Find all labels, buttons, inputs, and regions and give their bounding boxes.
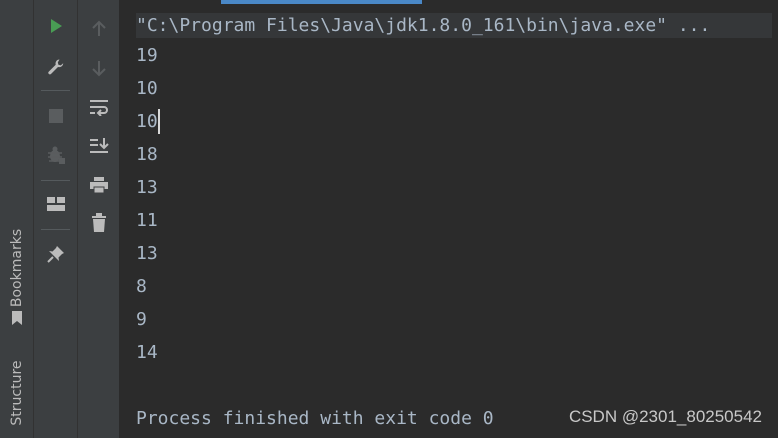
bookmarks-tab-label: Bookmarks xyxy=(9,228,25,308)
soft-wrap-button[interactable] xyxy=(87,95,111,119)
clear-all-button[interactable] xyxy=(87,211,111,235)
output-line: 11 xyxy=(136,210,158,231)
next-occurrence-button[interactable] xyxy=(87,56,111,80)
up-arrow-icon xyxy=(91,20,106,36)
output-line: 10 xyxy=(136,111,158,132)
structure-tab-label: Structure xyxy=(9,360,25,426)
edit-configuration-button[interactable] xyxy=(44,55,68,79)
previous-occurrence-button[interactable] xyxy=(87,17,111,41)
structure-tab[interactable]: Structure xyxy=(0,355,33,435)
run-icon xyxy=(50,19,62,33)
ide-run-window: Bookmarks Structure "C:\Program Files\Ja… xyxy=(0,0,778,438)
print-button[interactable] xyxy=(87,173,111,197)
scroll-to-end-button[interactable] xyxy=(87,134,111,158)
side-tool-strip: Bookmarks Structure xyxy=(0,0,34,438)
toolbar-separator xyxy=(41,180,70,181)
run-toolbar-primary xyxy=(34,0,78,438)
text-caret xyxy=(158,109,160,134)
output-line: 10 xyxy=(136,78,158,99)
output-line: 9 xyxy=(136,309,147,330)
run-toolbar-secondary xyxy=(78,0,120,438)
layout-icon xyxy=(46,197,65,211)
output-line: 18 xyxy=(136,144,158,165)
wrench-icon xyxy=(47,59,63,75)
tab-indicator xyxy=(221,0,422,4)
bookmark-icon xyxy=(12,311,22,325)
command-line: "C:\Program Files\Java\jdk1.8.0_161\bin\… xyxy=(136,13,772,38)
bookmarks-tab[interactable]: Bookmarks xyxy=(0,212,33,332)
process-exit-message: Process finished with exit code 0 xyxy=(136,408,494,429)
down-arrow-icon xyxy=(91,61,106,77)
stop-icon xyxy=(48,109,63,123)
debug-bug-icon xyxy=(47,146,65,164)
output-line: 13 xyxy=(136,243,158,264)
toolbar-separator xyxy=(41,90,70,91)
pin-tab-button[interactable] xyxy=(44,242,68,266)
pin-icon xyxy=(46,246,64,263)
scroll-to-end-icon xyxy=(89,138,109,153)
console-output[interactable]: "C:\Program Files\Java\jdk1.8.0_161\bin\… xyxy=(120,0,778,438)
csdn-watermark: CSDN @2301_80250542 xyxy=(568,407,762,426)
output-line: 19 xyxy=(136,45,158,66)
output-line: 8 xyxy=(136,276,147,297)
output-line: 13 xyxy=(136,177,158,198)
output-line: 14 xyxy=(136,342,158,363)
soft-wrap-icon xyxy=(89,100,108,116)
stop-button[interactable] xyxy=(44,104,68,128)
print-icon xyxy=(89,177,108,194)
layout-button[interactable] xyxy=(44,192,68,216)
debug-button[interactable] xyxy=(44,143,68,167)
rerun-button[interactable] xyxy=(44,14,68,38)
trash-icon xyxy=(91,213,106,232)
toolbar-separator xyxy=(41,229,70,230)
